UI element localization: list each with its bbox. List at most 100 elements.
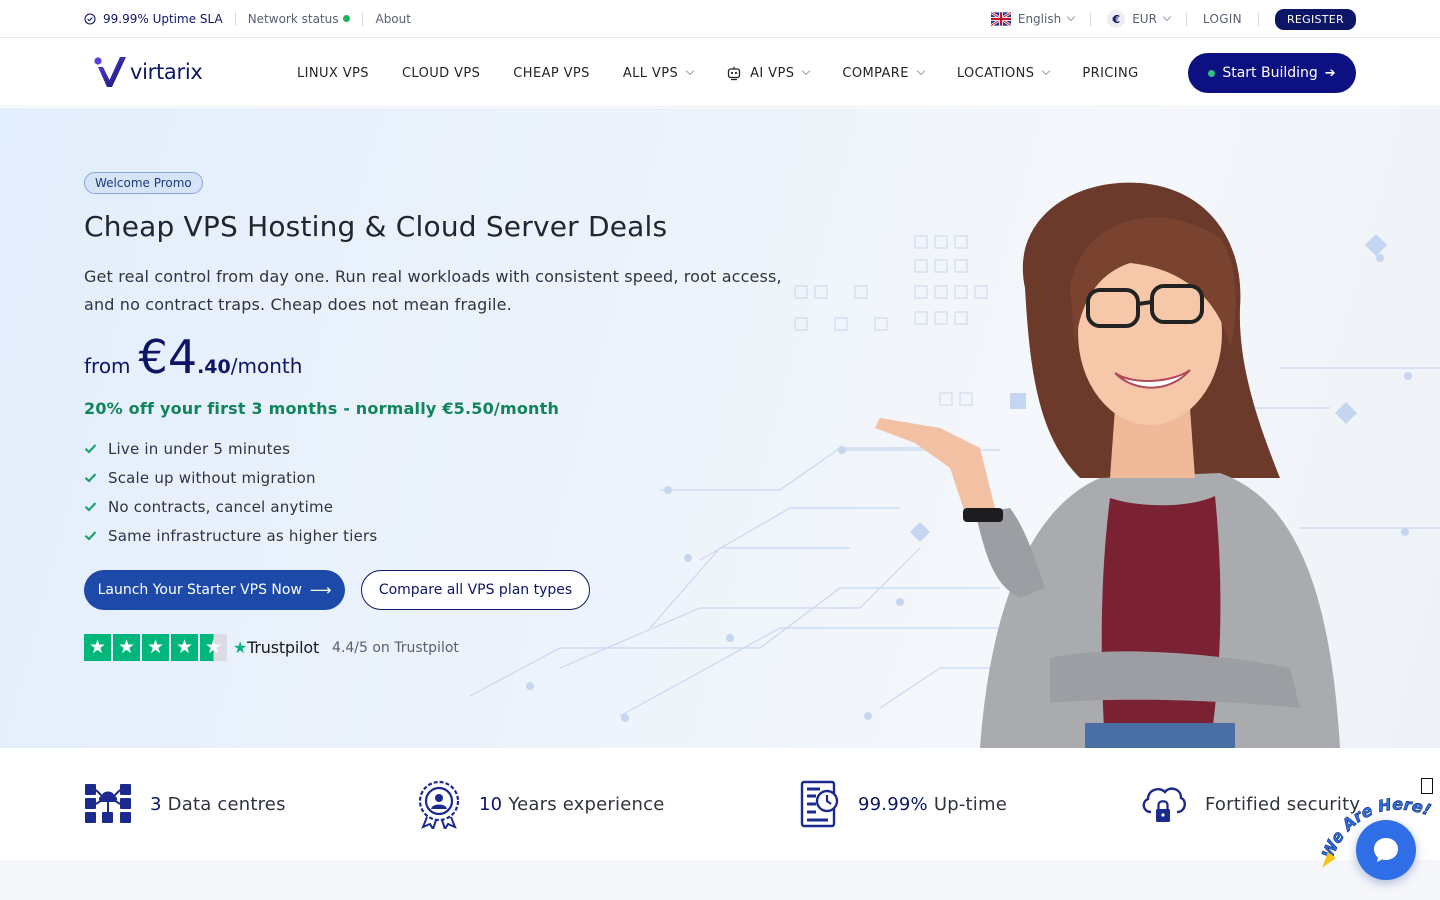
checkmark-icon <box>84 531 97 541</box>
feature-label: No contracts, cancel anytime <box>108 497 334 516</box>
uptime-sla-label: 99.99% Uptime SLA <box>103 12 223 26</box>
about-link[interactable]: About <box>375 12 410 26</box>
stat-uptime: 99.99% Up-time <box>800 748 1007 860</box>
nav-item-label: CHEAP VPS <box>513 65 590 81</box>
compare-vps-plans-label: Compare all VPS plan types <box>378 582 573 598</box>
chevron-down-icon <box>1066 12 1076 22</box>
price-period: /month <box>230 354 303 378</box>
logo-wordmark: virtarix <box>130 60 203 84</box>
nav-all-vps[interactable]: ALL VPS <box>622 65 695 81</box>
chat-bubble-icon <box>1374 838 1398 862</box>
status-online-dot <box>343 15 351 22</box>
network-status-label: Network status <box>247 12 339 26</box>
launch-starter-vps-label: Launch Your Starter VPS Now <box>97 582 302 598</box>
nav-compare[interactable]: COMPARE <box>842 65 926 81</box>
experience-badge-icon <box>418 780 460 829</box>
uptime-sla: 99.99% Uptime SLA <box>84 12 223 26</box>
nav-locations[interactable]: LOCATIONS <box>956 65 1051 81</box>
trustpilot-star-icon: ★ <box>84 634 111 661</box>
stat-highlight: 99.99% <box>858 793 928 815</box>
arrow-right-icon: ➔ <box>1324 65 1336 81</box>
trustpilot-star-icon: ★ <box>142 634 169 661</box>
stat-years-experience: 10 Years experience <box>417 748 665 860</box>
chevron-down-icon <box>1042 66 1051 76</box>
nav-pricing[interactable]: PRICING <box>1082 66 1138 81</box>
launch-starter-vps-button[interactable]: Launch Your Starter VPS Now ⟶ <box>84 570 345 610</box>
trustpilot-half-star-icon: ★ <box>200 634 227 661</box>
feature-item: Scale up without migration <box>84 463 377 492</box>
server-uptime-icon <box>800 780 839 828</box>
hero-lead-text: Get real control from day one. Run real … <box>84 267 782 314</box>
stat-label: Data centres <box>167 793 286 815</box>
network-status-link[interactable]: Network status <box>248 12 351 26</box>
nav-item-label: LINUX VPS <box>297 65 369 81</box>
top-bar-left: 99.99% Uptime SLA Network status About <box>84 0 411 38</box>
price-block: from €4 .40 /month <box>84 330 302 384</box>
chevron-down-icon <box>802 66 811 76</box>
nav-item-label: CLOUD VPS <box>401 65 481 81</box>
chevron-down-icon <box>1162 12 1172 22</box>
stats-strip: 3 Data centres 10 Years experience 99.99… <box>0 748 1440 860</box>
stat-highlight: 10 <box>479 793 503 815</box>
trustpilot-star-icon: ★ <box>113 634 140 661</box>
divider <box>1090 12 1092 26</box>
nav-item-label: COMPARE <box>842 65 909 81</box>
data-centres-icon <box>85 784 131 823</box>
checkmark-icon <box>84 502 97 512</box>
trustpilot-rating[interactable]: ★ ★ ★ ★ ★ ★Trustpilot 4.4/5 on Trustpilo… <box>84 634 459 661</box>
language-selector[interactable]: English <box>990 12 1076 26</box>
price-cents: .40 <box>197 356 231 378</box>
register-button[interactable]: REGISTER <box>1274 8 1356 30</box>
primary-menu: LINUX VPS CLOUD VPS CHEAP VPS ALL VPS AI… <box>297 39 1172 107</box>
virtarix-logo-mark-icon <box>94 57 126 87</box>
checkmark-icon <box>84 473 97 483</box>
currency-label: EUR <box>1132 12 1157 26</box>
login-link[interactable]: LOGIN <box>1203 12 1242 26</box>
feature-label: Same infrastructure as higher tiers <box>108 526 378 545</box>
divider <box>234 12 236 26</box>
trustpilot-brand-label: Trustpilot <box>247 638 320 657</box>
chevron-down-icon <box>685 66 695 76</box>
compare-vps-plans-button[interactable]: Compare all VPS plan types <box>361 570 590 610</box>
stat-label: Years experience <box>508 793 665 815</box>
cloud-lock-icon <box>1142 787 1186 822</box>
price-whole: €4 <box>138 330 198 384</box>
top-utility-bar: 99.99% Uptime SLA Network status About E… <box>0 0 1440 38</box>
main-navigation: virtarix LINUX VPS CLOUD VPS CHEAP VPS A… <box>0 39 1440 107</box>
trustpilot-star-icon: ★ <box>171 634 198 661</box>
feature-label: Live in under 5 minutes <box>108 439 291 458</box>
trustpilot-logo: ★Trustpilot <box>233 638 320 657</box>
status-dot-icon <box>1208 69 1216 77</box>
nav-cheap-vps[interactable]: CHEAP VPS <box>513 66 590 81</box>
start-building-label: Start Building <box>1222 65 1318 81</box>
start-building-button[interactable]: Start Building ➔ <box>1188 53 1356 93</box>
checkmark-icon <box>84 444 97 454</box>
price-from: from <box>84 354 131 378</box>
feature-item: No contracts, cancel anytime <box>84 492 377 521</box>
nav-linux-vps[interactable]: LINUX VPS <box>297 66 369 81</box>
feature-item: Same infrastructure as higher tiers <box>84 521 377 550</box>
virtarix-logo[interactable]: virtarix <box>92 55 203 89</box>
welcome-promo-badge: Welcome Promo <box>84 172 203 194</box>
chat-open-button[interactable] <box>1356 820 1416 880</box>
divider <box>1185 12 1187 26</box>
nav-item-label: ALL VPS <box>622 65 679 81</box>
nav-item-label: LOCATIONS <box>956 65 1035 81</box>
woman-pointing-image <box>875 182 1340 748</box>
arrow-right-icon: ⟶ <box>309 581 332 599</box>
divider <box>362 12 364 26</box>
nav-ai-vps[interactable]: AI VPS <box>726 65 811 81</box>
nav-item-label: AI VPS <box>750 65 795 81</box>
feature-list: Live in under 5 minutes Scale up without… <box>84 434 377 550</box>
feature-item: Live in under 5 minutes <box>84 434 377 463</box>
stat-label: Up-time <box>933 793 1008 815</box>
divider <box>1257 12 1259 26</box>
currency-selector[interactable]: € EUR <box>1107 10 1172 28</box>
hero-title: Cheap VPS Hosting & Cloud Server Deals <box>84 210 668 243</box>
nav-cloud-vps[interactable]: CLOUD VPS <box>402 66 480 81</box>
stat-highlight: 3 <box>150 793 162 815</box>
shield-check-icon <box>84 13 96 25</box>
chevron-down-icon <box>916 66 926 76</box>
nav-item-label: PRICING <box>1082 65 1139 81</box>
top-bar-right: English € EUR LOGIN REGISTER <box>990 0 1356 38</box>
